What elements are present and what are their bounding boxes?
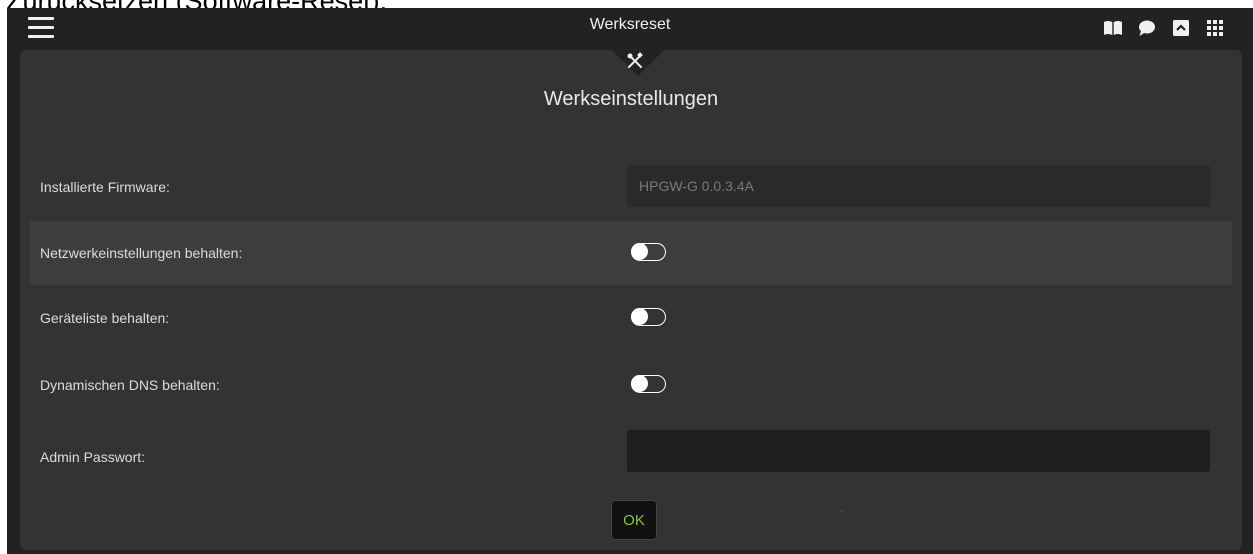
ok-button[interactable]: OK [611, 500, 657, 540]
keep-dns-toggle[interactable] [631, 375, 666, 393]
artifact-dot [841, 510, 843, 512]
app-window: Werksreset Werkseinstellungen Installier… [7, 8, 1253, 554]
firmware-row: Installierte Firmware: HPGW-G 0.0.3.4A [30, 155, 1232, 219]
keep-devices-toggle[interactable] [631, 308, 666, 326]
page-title: Werksreset [589, 16, 671, 33]
tools-icon [627, 52, 643, 68]
admin-password-label: Admin Passwort: [40, 449, 146, 465]
page-caption: Zurücksetzen (Software-Reset). [6, 0, 387, 8]
keep-devices-label: Geräteliste behalten: [40, 310, 170, 326]
keep-dns-row: Dynamischen DNS behalten: [30, 353, 1232, 417]
chat-bubble-icon[interactable] [1137, 18, 1157, 38]
top-bar: Werksreset [7, 8, 1253, 48]
factory-reset-panel: Werkseinstellungen Installierte Firmware… [20, 48, 1242, 550]
keep-network-label: Netzwerkeinstellungen behalten: [40, 245, 243, 261]
keep-network-toggle[interactable] [631, 243, 666, 261]
book-icon[interactable] [1103, 18, 1123, 38]
firmware-label: Installierte Firmware: [40, 179, 170, 195]
keep-dns-label: Dynamischen DNS behalten: [40, 377, 220, 393]
firmware-value: HPGW-G 0.0.3.4A [627, 165, 1210, 207]
admin-password-row: Admin Passwort: [30, 425, 1232, 489]
top-icons [1103, 18, 1225, 38]
panel-title: Werkseinstellungen [543, 88, 719, 110]
apps-grid-icon[interactable] [1205, 18, 1225, 38]
keep-network-row: Netzwerkeinstellungen behalten: [30, 221, 1232, 285]
admin-password-input[interactable] [627, 430, 1210, 472]
keep-devices-row: Geräteliste behalten: [30, 286, 1232, 350]
chevron-up-box-icon[interactable] [1171, 18, 1191, 38]
